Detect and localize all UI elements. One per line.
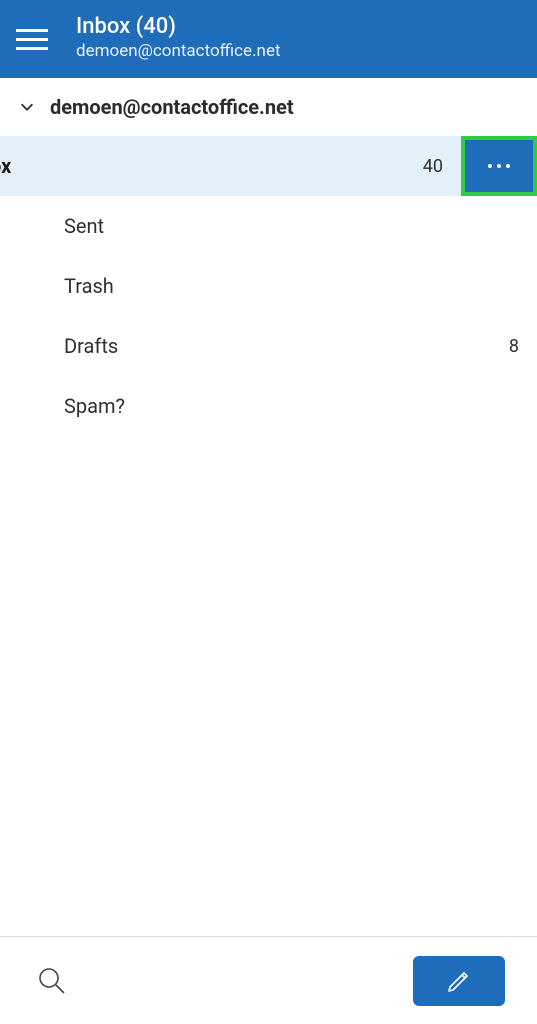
more-button[interactable]	[461, 136, 537, 196]
folder-label: Sent	[64, 214, 537, 238]
folder-label: ox	[0, 154, 423, 178]
account-row[interactable]: demoen@contactoffice.net	[0, 78, 537, 136]
folder-count: 40	[423, 156, 443, 177]
app-header: Inbox (40) demoen@contactoffice.net	[0, 0, 537, 78]
menu-button[interactable]	[16, 19, 56, 59]
folder-count: 8	[509, 336, 519, 357]
folder-drafts[interactable]: Drafts 8	[0, 316, 537, 376]
hamburger-icon	[16, 29, 48, 32]
folder-spam[interactable]: Spam?	[0, 376, 537, 436]
header-subtitle: demoen@contactoffice.net	[76, 40, 281, 64]
pencil-icon	[445, 967, 473, 995]
folder-label: Drafts	[64, 334, 509, 358]
search-icon	[37, 966, 67, 996]
folder-sent[interactable]: Sent	[0, 196, 537, 256]
more-icon	[488, 164, 510, 168]
bottom-bar	[0, 936, 537, 1024]
folder-trash[interactable]: Trash	[0, 256, 537, 316]
header-title: Inbox (40)	[76, 14, 281, 40]
folder-list: ox 40 Sent Trash Drafts 8 Spam?	[0, 136, 537, 936]
search-button[interactable]	[32, 961, 72, 1001]
chevron-down-icon	[18, 98, 36, 116]
account-email: demoen@contactoffice.net	[50, 95, 294, 119]
header-titles: Inbox (40) demoen@contactoffice.net	[76, 14, 281, 64]
folder-inbox[interactable]: ox 40	[0, 136, 537, 196]
folder-label: Spam?	[64, 394, 537, 418]
compose-button[interactable]	[413, 956, 505, 1006]
folder-label: Trash	[64, 274, 537, 298]
